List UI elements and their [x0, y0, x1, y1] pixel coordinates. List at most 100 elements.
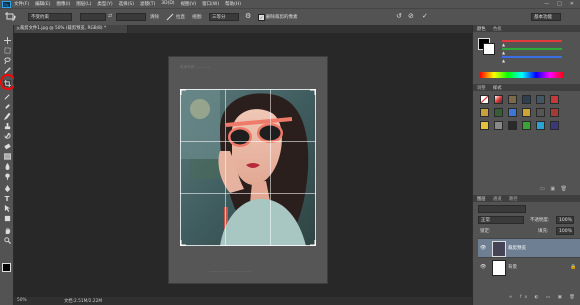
tab-close-icon[interactable]: ×: [16, 26, 20, 32]
style-13[interactable]: [480, 121, 489, 130]
dodge-tool-icon[interactable]: [3, 173, 11, 180]
style-16[interactable]: [522, 121, 531, 130]
clear-button[interactable]: 清除: [150, 14, 159, 20]
layer-filter-select[interactable]: [478, 205, 526, 213]
slider-b-track[interactable]: [502, 56, 562, 58]
slider-r-track[interactable]: [502, 40, 562, 42]
style-14[interactable]: [494, 121, 503, 130]
slider-g-handle[interactable]: ▲: [502, 50, 505, 55]
gradient-tool-icon[interactable]: [3, 153, 11, 160]
fill-label: 填充:: [538, 229, 549, 234]
opacity-input[interactable]: 100%: [556, 216, 574, 224]
straighten-icon[interactable]: [166, 13, 174, 21]
style-11[interactable]: [536, 108, 545, 117]
layer-name[interactable]: 背景: [508, 264, 517, 270]
close-button[interactable]: ✕: [570, 1, 574, 7]
reset-icon[interactable]: ↺: [396, 12, 402, 20]
document-size: 文档:2.51M/2.22M: [64, 299, 103, 304]
style-15[interactable]: [508, 121, 517, 130]
menu-edit[interactable]: 编辑(E): [35, 1, 50, 7]
layer-name[interactable]: 裁剪预览: [508, 245, 526, 251]
style-8[interactable]: [494, 108, 503, 117]
layer-row-background[interactable]: 👁 背景 🔒: [478, 257, 580, 276]
menu-layer[interactable]: 图层(L): [76, 1, 91, 7]
menu-image[interactable]: 图像(I): [56, 1, 70, 7]
commit-icon[interactable]: ✓: [422, 12, 428, 20]
pen-tool-icon[interactable]: [3, 185, 11, 192]
ratio-width-input[interactable]: [80, 13, 106, 21]
swap-icon[interactable]: ⇄: [108, 13, 112, 19]
tab-adjustments[interactable]: 调整: [477, 85, 486, 91]
style-6[interactable]: [550, 95, 559, 104]
crop-tool-preset-icon[interactable]: [5, 12, 17, 21]
lasso-tool-icon[interactable]: [3, 57, 11, 64]
tab-styles[interactable]: 样式: [493, 85, 502, 91]
marquee-tool-icon[interactable]: [3, 47, 11, 54]
menu-file[interactable]: 文件(F): [14, 1, 29, 7]
tab-swatches[interactable]: 色板: [493, 26, 502, 32]
lock-icon: 🔒: [570, 264, 577, 270]
quick-select-tool-icon[interactable]: [3, 67, 11, 74]
stamp-tool-icon[interactable]: [3, 123, 11, 130]
style-10[interactable]: [522, 108, 531, 117]
maximize-button[interactable]: □: [557, 1, 562, 7]
menu-help[interactable]: 帮助(H): [225, 1, 241, 7]
eye-icon[interactable]: 👁: [480, 245, 486, 251]
tab-paths[interactable]: 路径: [509, 196, 518, 202]
path-select-tool-icon[interactable]: [3, 205, 11, 212]
tab-color[interactable]: 颜色: [477, 26, 486, 32]
tab-channels[interactable]: 通道: [493, 196, 502, 202]
style-3[interactable]: [508, 95, 517, 104]
eraser-tool-icon[interactable]: [3, 143, 11, 150]
menu-filter[interactable]: 滤镜(T): [140, 1, 155, 7]
style-9[interactable]: [508, 108, 517, 117]
blend-mode-select[interactable]: 正常: [478, 216, 524, 224]
style-none[interactable]: [480, 95, 489, 104]
cancel-icon[interactable]: ⊘: [408, 12, 414, 20]
tab-layers[interactable]: 图层: [477, 196, 486, 202]
eye-icon[interactable]: 👁: [480, 264, 486, 270]
ratio-select[interactable]: 不受约束: [28, 13, 72, 21]
foreground-color-swatch[interactable]: [2, 263, 11, 272]
menu-view[interactable]: 视图(V): [181, 1, 197, 7]
ratio-height-input[interactable]: [116, 13, 146, 21]
menu-3d[interactable]: 3D(D): [161, 1, 174, 7]
menu-select[interactable]: 选择(S): [119, 1, 134, 7]
brush-tool-icon[interactable]: [3, 113, 11, 120]
color-spectrum-bar[interactable]: [480, 72, 564, 78]
style-18[interactable]: [550, 121, 559, 130]
layer-row-crop-preview[interactable]: 👁 裁剪预览: [478, 238, 580, 257]
shape-tool-icon[interactable]: [3, 215, 11, 222]
style-2[interactable]: [494, 95, 503, 104]
style-12[interactable]: [550, 108, 559, 117]
move-tool-icon[interactable]: [3, 37, 11, 44]
slider-r-handle[interactable]: ▲: [502, 42, 505, 47]
delete-pixels-checkbox[interactable]: ✓: [258, 14, 265, 21]
style-5[interactable]: [536, 95, 545, 104]
fill-input[interactable]: 100%: [556, 227, 574, 235]
gear-icon[interactable]: ⚙: [245, 12, 251, 20]
history-brush-tool-icon[interactable]: [3, 133, 11, 140]
photo-image[interactable]: [180, 89, 316, 246]
slider-b-handle[interactable]: ▲: [502, 58, 505, 63]
menu-window[interactable]: 窗口(W): [202, 1, 219, 7]
type-tool-icon[interactable]: T: [3, 195, 11, 203]
eyedropper-tool-icon[interactable]: [3, 93, 11, 100]
healing-tool-icon[interactable]: [3, 103, 11, 110]
zoom-tool-icon[interactable]: [3, 237, 11, 244]
workspace-select[interactable]: 基本功能: [531, 13, 561, 21]
style-4[interactable]: [522, 95, 531, 104]
style-17[interactable]: [536, 121, 545, 130]
menu-type[interactable]: 类型(Y): [97, 1, 112, 7]
blur-tool-icon[interactable]: [3, 163, 11, 170]
straighten-label[interactable]: 拉直: [176, 14, 185, 20]
document-tab[interactable]: 裁剪文件1.jpg @ 50% (裁剪预览, RGB/8) *: [14, 25, 128, 33]
zoom-level[interactable]: 50%: [17, 298, 27, 303]
slider-g-track[interactable]: [502, 48, 562, 50]
bg-color-chip[interactable]: [483, 43, 495, 55]
style-7[interactable]: [480, 108, 489, 117]
hand-tool-icon[interactable]: [3, 227, 11, 234]
window-controls: — □ ✕: [544, 1, 580, 7]
minimize-button[interactable]: —: [544, 1, 549, 7]
overlay-select[interactable]: 三等分: [209, 13, 239, 21]
